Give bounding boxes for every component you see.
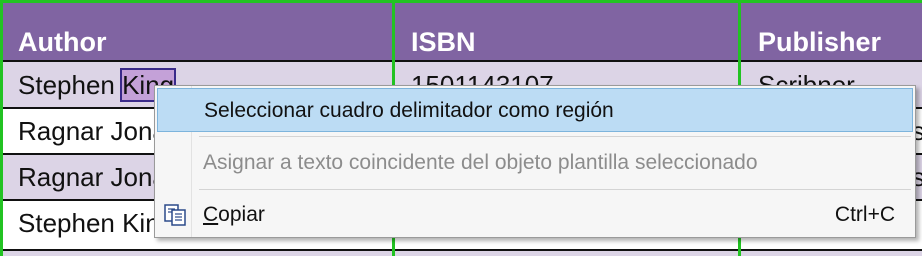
menu-item-copy[interactable]: Copiar Ctrl+C <box>157 193 913 237</box>
menu-item-label: Copiar <box>203 203 265 226</box>
copy-icon <box>164 204 186 226</box>
menu-item-mnemonic: C <box>203 203 219 226</box>
menu-item-label-rest: opiar <box>218 203 265 226</box>
column-header-publisher[interactable]: Publisher <box>740 0 922 62</box>
next-row-strip <box>0 251 922 256</box>
column-header-author[interactable]: Author <box>0 0 393 62</box>
menu-separator <box>199 189 911 190</box>
row-divider <box>0 60 922 62</box>
column-header-isbn[interactable]: ISBN <box>393 0 740 62</box>
menu-item-assign-matching-text[interactable]: Asignar a texto coincidente del objeto p… <box>157 141 913 185</box>
menu-item-select-bounding-box[interactable]: Seleccionar cuadro delimitador como regi… <box>157 88 913 132</box>
region-border-left <box>0 0 3 256</box>
cell-author-first: Stephen <box>18 70 123 100</box>
region-border-top <box>0 0 922 3</box>
menu-separator <box>199 136 911 137</box>
menu-item-shortcut: Ctrl+C <box>834 203 895 226</box>
context-menu: Seleccionar cuadro delimitador como regi… <box>154 85 916 238</box>
menu-item-label: Asignar a texto coincidente del objeto p… <box>203 151 758 174</box>
menu-item-label: Seleccionar cuadro delimitador como regi… <box>204 99 614 122</box>
